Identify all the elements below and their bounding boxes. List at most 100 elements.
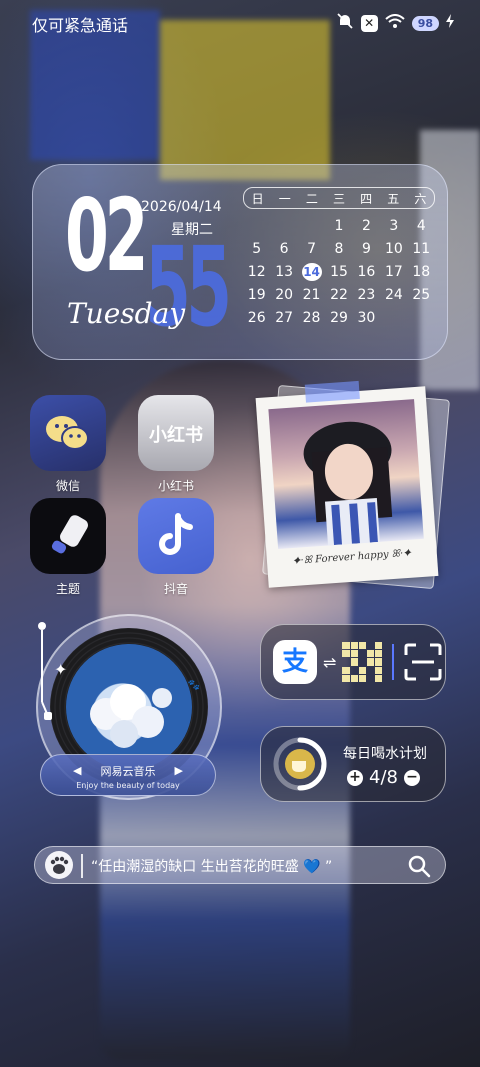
mini-calendar: 日一二三四五六 1 2 3 4 5 6 7 8 9 10 11 12 13 14 15 16 17 18 19 20 2… [243,187,435,327]
calendar-day-grid: 1 2 3 4 5 6 7 8 9 10 11 12 13 14 15 16 17 18 19 20 21 22 23 24 2… [243,217,435,327]
app-wechat[interactable]: 微信 [29,395,107,494]
album-cover [66,644,192,770]
widget-divider [392,644,395,680]
photo-widget[interactable]: ✦·ꕤ Forever happy ꕤ·✦ [255,380,439,588]
calendar-day [243,217,270,235]
calendar-day: 28 [302,310,321,326]
tape-decoration [304,380,360,403]
calendar-weekday-header: 日一二三四五六 [243,187,435,209]
status-bar: 仅可紧急通话 ✕ 98 [0,0,480,48]
app-label: 小红书 [157,479,194,493]
tonearm-icon [38,622,52,720]
xiaohongshu-logo-text: 小红书 [149,425,203,446]
search-quote-text: “任由潮湿的缺口 生出苔花的旺盛 💙 ” [91,859,333,875]
water-counter: + 4/8 − [347,767,420,788]
douyin-icon [138,498,214,574]
calendar-day: 8 [334,241,344,257]
calendar-day: 5 [252,241,262,257]
calendar-day: 21 [302,287,321,303]
calendar-today: 14 [301,263,322,281]
search-bar[interactable]: “任由潮湿的缺口 生出苔花的旺盛 💙 ” [34,846,446,884]
calendar-day: 22 [330,287,348,303]
baidu-paw-icon[interactable] [45,851,73,879]
calendar-day: 3 [389,218,399,234]
calendar-day [380,309,407,327]
calendar-day [270,217,297,235]
calendar-day: 23 [357,287,376,303]
water-minus-button[interactable]: − [403,769,420,786]
music-control-bar: ◀ 网易云音乐 Enjoy the beauty of today ▶ [40,754,216,796]
calendar-day [408,309,435,327]
calendar-day: 27 [275,310,294,326]
alipay-widget[interactable]: 支 ⇌ [260,624,446,700]
xiaohongshu-icon: 小红书 [138,395,214,471]
calendar-weekday: 日 [251,191,264,206]
sparkle-icon: ✦ [54,660,68,679]
calendar-day: 30 [357,310,376,326]
calendar-day: 16 [357,264,376,280]
clock-calendar-widget[interactable]: 02 55 2026/04/14 星期二 Tuesday 日一二三四五六 12 3… [32,164,448,360]
calendar-day: 10 [384,241,403,257]
music-subtitle: Enjoy the beauty of today [76,781,180,790]
calendar-day: 13 [275,264,294,280]
alipay-icon[interactable]: 支 [273,640,317,684]
calendar-day [298,217,325,235]
x-icon: ✕ [360,14,378,32]
calendar-day: 26 [247,310,266,326]
calendar-weekday: 六 [414,191,427,206]
app-xiaohongshu[interactable]: 小红书 小红书 [137,395,215,494]
calendar-day: 2 [361,218,371,234]
paw-icon: 🐾 [187,680,200,691]
search-divider [81,854,83,878]
clock-date: 2026/04/14 [141,199,222,215]
battery-icon: 98 [411,15,439,31]
carrier-text: 仅可紧急通话 [32,16,129,35]
app-label: 主题 [55,582,80,596]
clock-hour: 02 [65,177,148,294]
calendar-day: 20 [275,287,294,303]
scan-icon[interactable] [404,643,442,681]
calendar-day: 25 [412,287,431,303]
calendar-day: 4 [416,218,426,234]
photo-image [268,399,424,549]
calendar-day: 29 [330,310,348,326]
app-theme[interactable]: 主题 [29,498,107,597]
calendar-day: 6 [279,241,289,257]
clock-minute: 55 [145,223,232,351]
calendar-day: 15 [330,264,348,280]
water-progress-text: 4/8 [369,767,398,788]
search-icon[interactable] [407,854,431,878]
calendar-day: 7 [307,241,317,257]
app-douyin[interactable]: 抖音 [137,498,215,597]
calendar-weekday: 二 [305,191,318,206]
calendar-day: 18 [412,264,431,280]
calendar-day: 17 [384,264,403,280]
app-label: 抖音 [163,582,188,596]
water-plus-button[interactable]: + [347,769,363,786]
calendar-weekday: 四 [360,191,373,206]
calendar-weekday: 三 [332,191,345,206]
wechat-icon [30,395,106,471]
calendar-day: 12 [247,264,266,280]
clock-weekday-en: Tuesday [67,297,186,330]
calendar-day: 9 [361,241,371,257]
wifi-icon [385,13,405,33]
mute-icon [336,13,354,33]
status-icons: ✕ 98 [336,13,454,33]
calendar-weekday: 五 [387,191,400,206]
app-label: 微信 [55,479,80,493]
clock-weekday-cn: 星期二 [171,222,213,238]
theme-icon [30,498,106,574]
calendar-day: 19 [247,287,266,303]
water-progress-ring [273,737,327,791]
swap-icon: ⇌ [323,652,337,672]
calendar-day: 14 [298,263,325,281]
water-plan-label: 每日喝水计划 [343,746,427,762]
previous-track-button[interactable]: ◀ [73,764,81,777]
next-track-button[interactable]: ▶ [175,764,183,777]
calendar-day: 24 [384,287,403,303]
music-app-title: 网易云音乐 [100,765,156,778]
water-plan-widget[interactable]: 每日喝水计划 + 4/8 − [260,726,446,802]
charging-icon [446,14,454,32]
qr-code-icon[interactable] [342,642,383,682]
